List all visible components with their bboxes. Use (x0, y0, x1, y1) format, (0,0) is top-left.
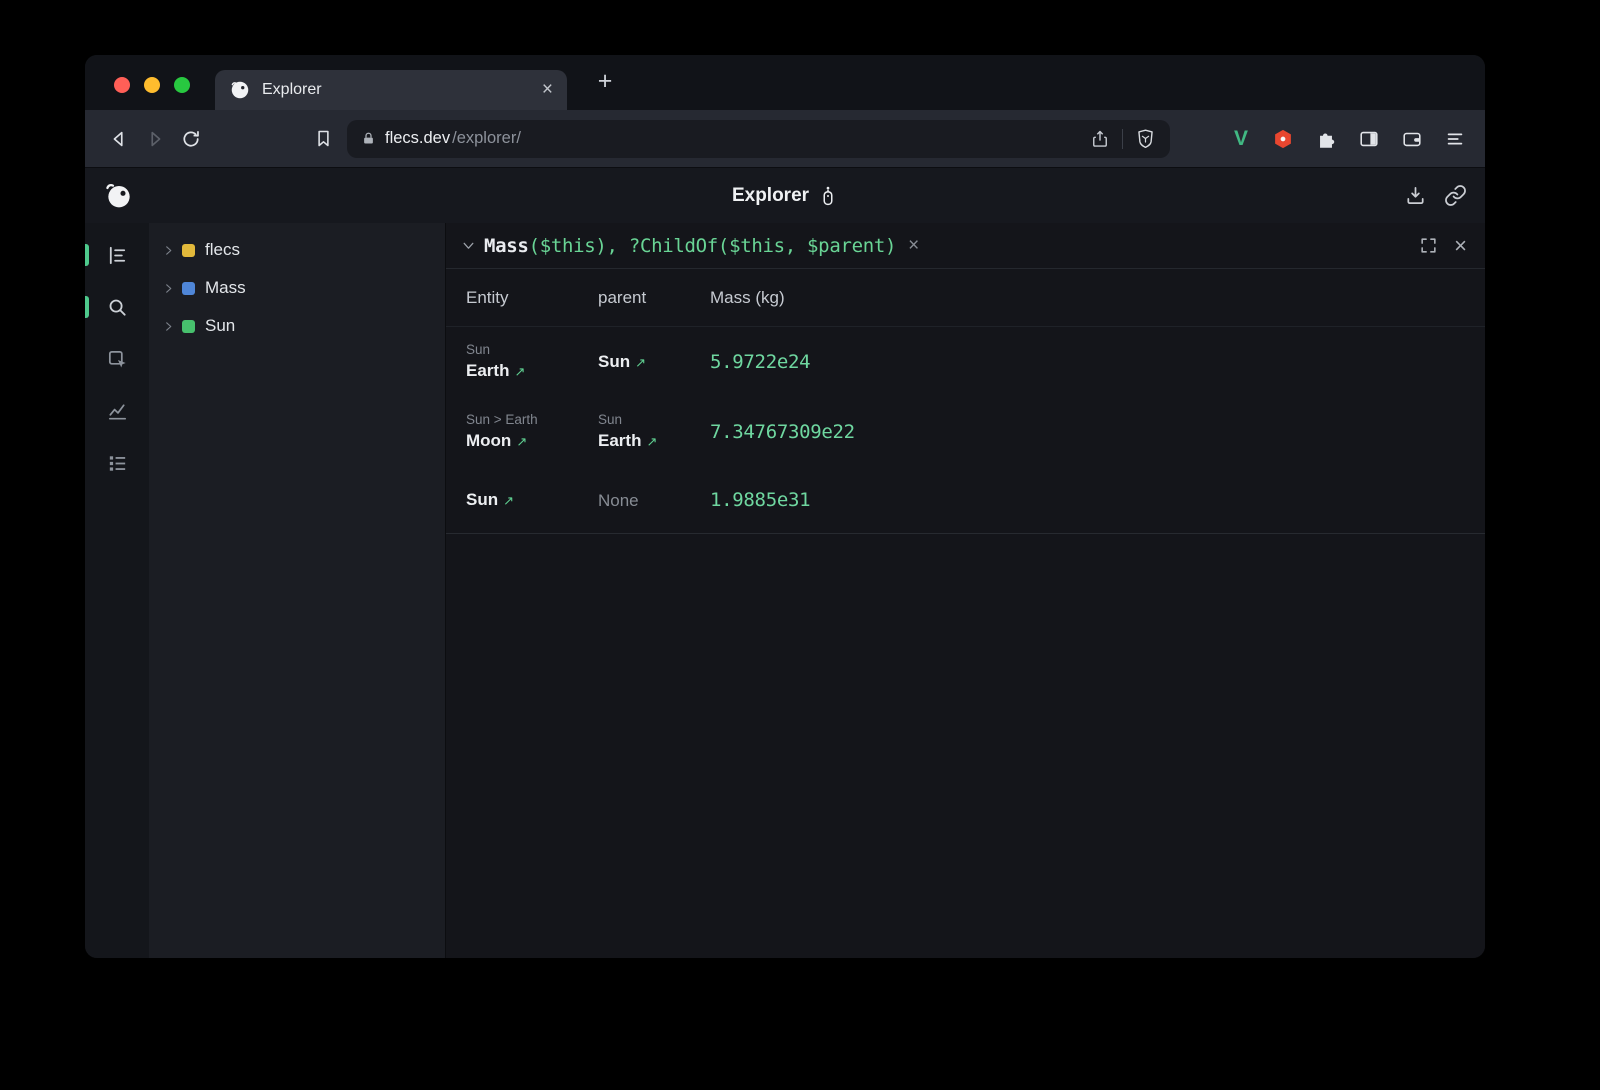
icon-rail (85, 223, 149, 958)
tree-item-label: Sun (205, 316, 235, 336)
link-arrow-icon: ↗ (503, 493, 514, 508)
expander-chevron-icon[interactable] (163, 321, 174, 332)
close-window-button[interactable] (114, 77, 130, 93)
entity-table-icon[interactable] (97, 445, 137, 481)
query-header: Mass($this), ?ChildOf($this, $parent) × … (446, 223, 1485, 269)
tree-item-label: flecs (205, 240, 240, 260)
traffic-lights (114, 77, 190, 93)
forward-button[interactable] (137, 121, 173, 157)
new-tab-button[interactable]: + (590, 67, 620, 96)
extension-icons: V (1228, 125, 1469, 153)
expander-chevron-icon[interactable] (163, 245, 174, 256)
zoom-window-button[interactable] (174, 77, 190, 93)
mass-value: 5.9722e24 (710, 351, 1485, 373)
flecs-mascot-icon (818, 184, 838, 208)
parent-link[interactable]: Sun↗ (598, 350, 710, 374)
inspector-icon[interactable] (97, 341, 137, 377)
tree-panel-icon[interactable] (97, 237, 137, 273)
divider (1122, 129, 1123, 149)
clear-query-icon[interactable]: × (908, 235, 919, 257)
link-arrow-icon: ↗ (635, 355, 646, 370)
mass-value: 7.34767309e22 (710, 421, 1485, 443)
table-row: Sun Earth↗ Sun↗ 5.9722e24 (446, 327, 1485, 397)
flecs-favicon (229, 79, 251, 101)
query-results-table: Entity parent Mass (kg) Sun Earth↗ Sun↗ … (446, 269, 1485, 534)
minimize-window-button[interactable] (144, 77, 160, 93)
link-arrow-icon: ↗ (514, 364, 525, 379)
tab-close-icon[interactable]: × (542, 79, 553, 101)
entity-link[interactable]: Earth↗ (466, 359, 598, 383)
active-indicator (85, 296, 89, 318)
url-path: /explorer/ (452, 129, 521, 148)
url-bar[interactable]: flecs.dev /explorer/ (347, 120, 1170, 158)
entity-tree-panel: flecs Mass Sun (149, 223, 445, 958)
vue-devtools-icon[interactable]: V (1228, 127, 1254, 151)
lock-icon (361, 131, 376, 146)
tree-item-label: Mass (205, 278, 246, 298)
browser-window: Explorer × + flecs.dev /explorer (85, 55, 1485, 958)
entity-link[interactable]: Moon↗ (466, 429, 598, 453)
app-header: Explorer (85, 167, 1485, 223)
menu-icon[interactable] (1441, 125, 1469, 153)
column-header-entity: Entity (466, 288, 598, 308)
query-search-icon[interactable] (97, 289, 137, 325)
titlebar: Explorer × + (85, 55, 1485, 110)
share-link-icon[interactable] (1444, 184, 1467, 207)
hexagon-extension-icon[interactable] (1269, 125, 1297, 153)
tree-item-mass[interactable]: Mass (149, 269, 445, 307)
parent-none-label: None (598, 489, 710, 512)
table-row: Sun↗ None 1.9885e31 (446, 467, 1485, 533)
link-arrow-icon: ↗ (646, 434, 657, 449)
table-row: Sun > Earth Moon↗ Sun Earth↗ 7.34767309e… (446, 397, 1485, 467)
entity-link[interactable]: Sun↗ (466, 488, 598, 512)
entity-color-swatch (182, 244, 195, 257)
sidebar-toggle-icon[interactable] (1355, 125, 1383, 153)
share-icon[interactable] (1090, 129, 1110, 149)
reload-button[interactable] (173, 121, 209, 157)
mass-value: 1.9885e31 (710, 489, 1485, 511)
link-arrow-icon: ↗ (516, 434, 527, 449)
bookmark-icon[interactable] (305, 121, 341, 157)
entity-color-swatch (182, 320, 195, 333)
query-expression[interactable]: Mass($this), ?ChildOf($this, $parent) (484, 235, 896, 257)
entity-color-swatch (182, 282, 195, 295)
column-header-parent: parent (598, 288, 710, 308)
page-title: Explorer (732, 185, 809, 207)
navigation-bar: flecs.dev /explorer/ V (85, 110, 1485, 167)
query-panel: Mass($this), ?ChildOf($this, $parent) × … (445, 223, 1485, 958)
brave-shield-icon[interactable] (1135, 128, 1156, 149)
browser-tab[interactable]: Explorer × (215, 70, 567, 110)
expander-chevron-icon[interactable] (163, 283, 174, 294)
url-host: flecs.dev (385, 129, 450, 148)
query-component-token: Mass (484, 235, 529, 257)
active-indicator (85, 244, 89, 266)
close-panel-icon[interactable]: × (1454, 235, 1467, 257)
column-header-mass: Mass (kg) (710, 288, 1485, 308)
tree-item-sun[interactable]: Sun (149, 307, 445, 345)
stats-chart-icon[interactable] (97, 393, 137, 429)
query-terms-token: ($this), ?ChildOf($this, $parent) (529, 235, 897, 257)
wallet-icon[interactable] (1398, 125, 1426, 153)
tab-title: Explorer (262, 81, 531, 99)
app-content: flecs Mass Sun (85, 223, 1485, 958)
entity-path: Sun > Earth (466, 411, 598, 429)
parent-path: Sun (598, 411, 710, 429)
extensions-puzzle-icon[interactable] (1312, 125, 1340, 153)
table-header-row: Entity parent Mass (kg) (446, 269, 1485, 327)
flecs-logo[interactable] (103, 180, 135, 212)
download-icon[interactable] (1404, 184, 1427, 207)
collapse-chevron-icon[interactable] (462, 239, 475, 252)
entity-path: Sun (466, 341, 598, 359)
expand-fullscreen-icon[interactable] (1419, 236, 1438, 255)
tree-item-flecs[interactable]: flecs (149, 231, 445, 269)
back-button[interactable] (101, 121, 137, 157)
parent-link[interactable]: Earth↗ (598, 429, 710, 453)
